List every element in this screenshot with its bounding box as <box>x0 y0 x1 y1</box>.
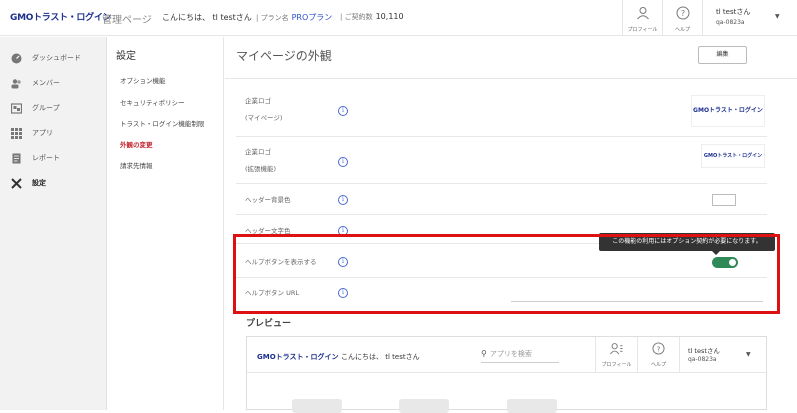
submenu-item-billing[interactable]: 請求先情報 <box>120 160 153 170</box>
preview-help-label: ヘルプ <box>650 362 666 368</box>
top-header: GMOトラスト・ログイン 管理ページ こんにちは、 tl testさん | プラ… <box>0 0 797 36</box>
profile-label: プロフィール <box>627 27 658 33</box>
brand-logo[interactable]: GMOトラスト・ログイン <box>10 10 112 23</box>
row-label-line: (拡張機能) <box>245 165 277 173</box>
mypage-logo-preview: GMOトラスト・ログイン <box>691 95 765 127</box>
preview-user-menu[interactable]: tl testさん qa-0823a ▼ <box>679 337 766 373</box>
plan-value: PROプラン <box>291 13 333 22</box>
preview-app-tile <box>507 399 557 413</box>
preview-app-tile <box>399 399 449 413</box>
row-label: ヘッダー背景色 <box>245 196 291 204</box>
report-icon <box>12 153 21 163</box>
settings-submenu: 設定 オプション機能 セキュリティポリシー トラスト・ログイン機能制限 外観の変… <box>108 37 224 410</box>
profile-icon <box>610 343 623 355</box>
row-label-line: (マイページ) <box>245 114 283 122</box>
submenu-item-login-restrictions[interactable]: トラスト・ログイン機能制限 <box>120 118 204 128</box>
sidebar-item-label: ダッシュボード <box>32 54 81 62</box>
help-icon: ? <box>652 342 665 355</box>
dashboard-icon <box>11 53 22 63</box>
apps-icon <box>11 127 22 139</box>
chevron-down-icon: ▼ <box>775 13 780 20</box>
sidebar-item-label: レポート <box>32 154 60 162</box>
contract-info: | ご契約数 10,110 <box>340 12 404 22</box>
submenu-item-appearance[interactable]: 外観の変更 <box>120 139 153 149</box>
sidebar-item-apps[interactable]: アプリ <box>11 126 53 140</box>
admin-page-label: 管理ページ <box>102 15 152 26</box>
plan-label: | プラン名 <box>256 14 289 22</box>
preview-user-name: tl testさん <box>688 347 720 355</box>
submenu-title: 設定 <box>116 51 136 62</box>
preview-greeting: こんにちは、 tl testさん <box>341 353 420 361</box>
help-label: ヘルプ <box>674 27 690 33</box>
preview-help-button[interactable]: ? ヘルプ <box>637 337 679 373</box>
members-icon <box>11 78 21 88</box>
header-bg-color-swatch[interactable] <box>712 194 736 206</box>
preview-header: GMOトラスト・ログイン こんにちは、 tl testさん ⚲ アプリを検索 プロ… <box>247 337 766 373</box>
help-icon: ? <box>676 6 689 20</box>
sidebar-item-dashboard[interactable]: ダッシュボード <box>11 51 81 65</box>
group-icon <box>11 102 22 114</box>
sidebar-item-group[interactable]: グループ <box>11 101 60 115</box>
setting-row-logo-extension: 企業ロゴ (拡張機能) i GMOトラスト・ログイン <box>236 138 767 184</box>
info-icon[interactable]: i <box>338 157 348 167</box>
sidebar: ダッシュボード メンバー グループ アプリ レポート 設定 <box>0 37 107 410</box>
row-label: 企業ロゴ (マイページ) <box>245 95 282 124</box>
row-label-line: 企業ロゴ <box>245 97 271 105</box>
preview-user-id: qa-0823a <box>688 356 717 363</box>
page-title: マイページの外観 <box>236 49 332 63</box>
sidebar-item-label: 設定 <box>32 179 46 187</box>
settings-icon <box>11 177 22 189</box>
search-icon: ⚲ <box>481 349 487 358</box>
svg-text:?: ? <box>657 344 661 353</box>
submenu-item-security-policy[interactable]: セキュリティポリシー <box>120 97 185 107</box>
sidebar-item-label: メンバー <box>32 79 60 87</box>
setting-row-logo-mypage: 企業ロゴ (マイページ) i GMOトラスト・ログイン <box>236 87 767 137</box>
preview-profile-label: プロフィール <box>601 362 632 368</box>
divider <box>225 78 797 79</box>
chevron-down-icon: ▼ <box>746 351 751 358</box>
info-icon[interactable]: i <box>338 195 348 205</box>
sidebar-item-label: アプリ <box>32 129 53 137</box>
preview-profile-button[interactable]: プロフィール <box>595 337 637 373</box>
setting-row-header-bg: ヘッダー背景色 i <box>236 185 767 215</box>
greeting-text: こんにちは、 tl testさん <box>162 13 252 22</box>
sidebar-item-members[interactable]: メンバー <box>11 76 60 90</box>
sidebar-item-settings[interactable]: 設定 <box>11 176 46 190</box>
help-button[interactable]: ? ヘルプ <box>662 0 702 36</box>
contract-label: | ご契約数 <box>340 13 373 21</box>
user-name: tl testさん <box>716 8 751 16</box>
profile-icon <box>636 7 649 20</box>
profile-button[interactable]: プロフィール <box>622 0 662 36</box>
contract-count: 10,110 <box>375 12 404 21</box>
highlight-box <box>233 234 780 314</box>
sidebar-item-report[interactable]: レポート <box>11 151 60 165</box>
search-placeholder: アプリを検索 <box>489 350 532 358</box>
preview-frame: GMOトラスト・ログイン こんにちは、 tl testさん ⚲ アプリを検索 プロ… <box>246 336 767 413</box>
plan-info: | プラン名 PROプラン <box>256 12 332 23</box>
row-label: 企業ロゴ (拡張機能) <box>245 146 276 175</box>
preview-title: プレビュー <box>246 319 292 329</box>
edit-button[interactable]: 編集 <box>698 46 747 64</box>
preview-search-input[interactable]: ⚲ アプリを検索 <box>481 349 559 363</box>
preview-app-tile <box>292 399 342 413</box>
extension-logo-preview: GMOトラスト・ログイン <box>701 144 765 168</box>
info-icon[interactable]: i <box>338 106 348 116</box>
submenu-item-options[interactable]: オプション機能 <box>120 75 166 85</box>
user-menu[interactable]: tl testさん qa-0823a ▼ <box>702 0 797 36</box>
preview-logo: GMOトラスト・ログイン <box>257 353 339 361</box>
svg-text:?: ? <box>680 9 684 18</box>
row-label-line: 企業ロゴ <box>245 148 271 156</box>
sidebar-item-label: グループ <box>32 104 60 112</box>
user-id: qa-0823a <box>716 19 745 26</box>
